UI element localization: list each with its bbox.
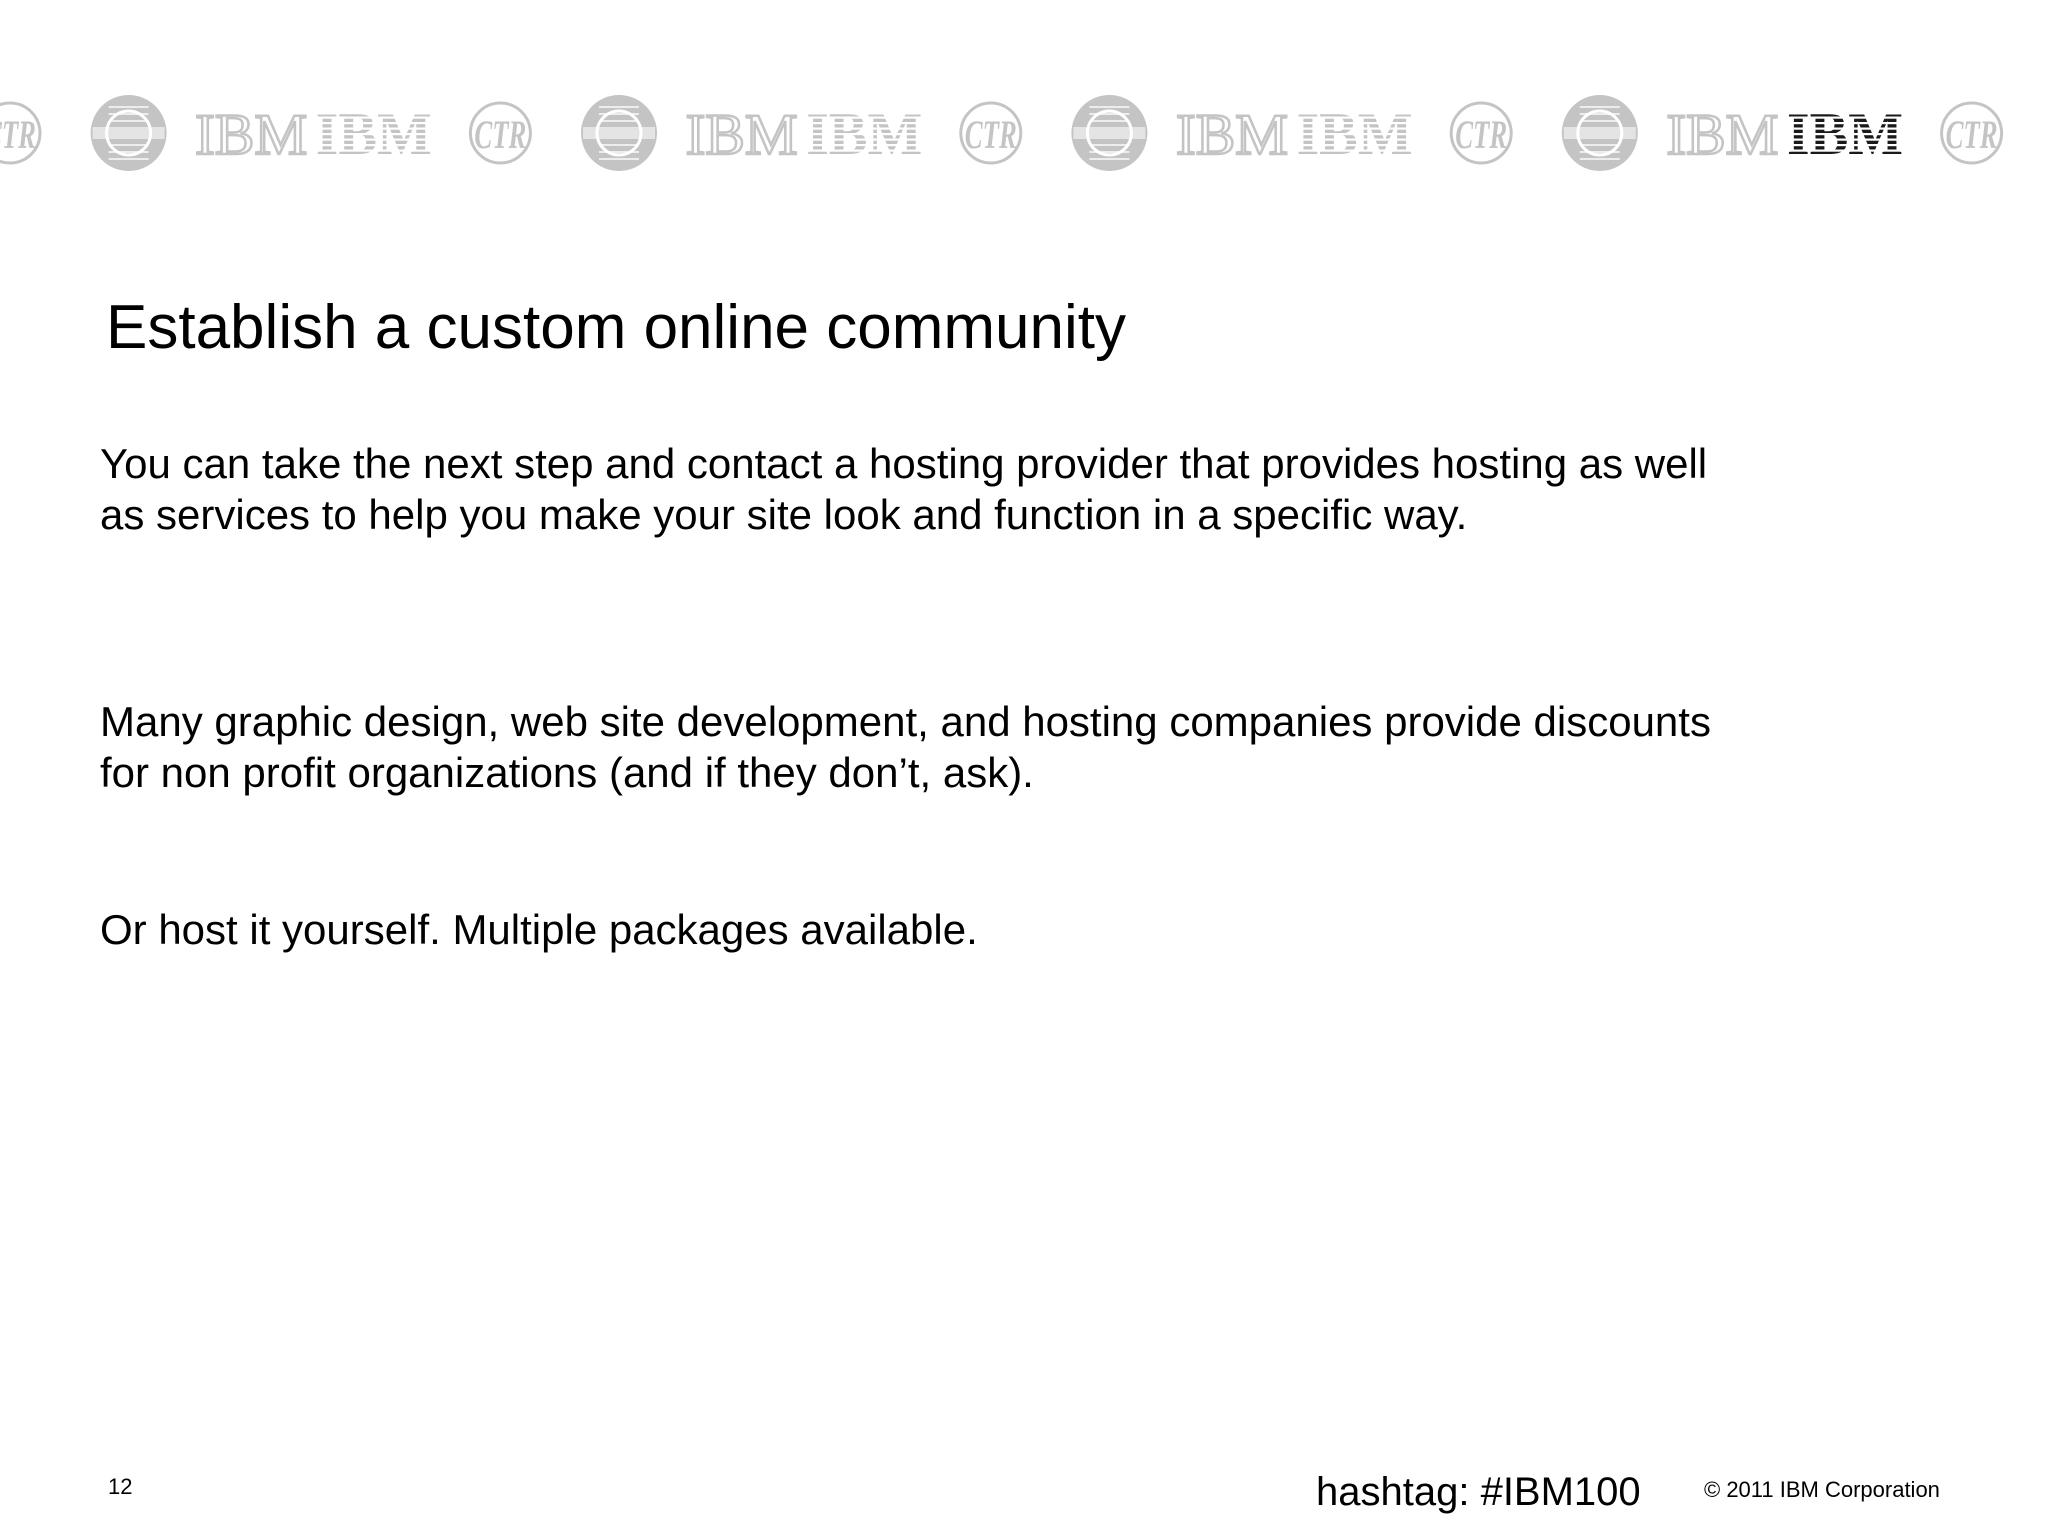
logo-seal — [90, 95, 167, 171]
slide-title: Establish a custom online community — [106, 293, 1127, 362]
logo-ctr: CTR — [1940, 101, 2004, 165]
body-paragraph-self-host: Or host it yourself. Multiple packages a… — [100, 906, 978, 953]
logo-seal — [1561, 95, 1638, 171]
svg-text:IBM: IBM — [686, 102, 798, 167]
logo-ibm-striped: IBM — [1292, 101, 1417, 167]
svg-text:CTR: CTR — [1455, 112, 1507, 157]
logo-ibm-striped: IBM — [1783, 101, 1907, 167]
svg-text:CTR: CTR — [965, 112, 1017, 157]
logo-ibm-striped: IBM — [802, 101, 927, 167]
logo-seal — [1071, 95, 1148, 171]
page-number: 12 — [108, 1474, 133, 1499]
logo-ibm-serif: IBM — [1665, 101, 1780, 169]
logo-ibm-striped: IBM — [311, 101, 436, 167]
logo-ctr: CTR — [468, 101, 532, 165]
logo-ctr: CTR — [959, 101, 1023, 165]
hashtag-label: hashtag: #IBM100 — [1316, 1470, 1641, 1514]
body-paragraph-hosting-provider: You can take the next step and contact a… — [100, 440, 1708, 538]
body-paragraph-nonprofit-discounts: Many graphic design, web site developmen… — [100, 698, 1711, 796]
logo-ctr: CTR — [0, 101, 42, 165]
copyright-notice: © 2011 IBM Corporation — [1704, 1477, 1940, 1502]
logo-ctr: CTR — [1449, 101, 1513, 165]
svg-text:IBM: IBM — [1666, 102, 1778, 167]
svg-text:IBM: IBM — [195, 102, 307, 167]
svg-text:IBM: IBM — [1176, 102, 1288, 167]
logo-ibm-serif: IBM — [684, 101, 799, 169]
logo-ibm-serif: IBM — [1175, 101, 1290, 169]
svg-text:CTR: CTR — [474, 112, 526, 157]
svg-text:CTR: CTR — [0, 112, 36, 157]
logo-seal — [581, 95, 657, 171]
logo-history-banner: CTRIBMIBMCTRIBMIBMCTRIBMIBMCTRIBMIBMCTR — [0, 95, 2004, 171]
logo-ibm-serif: IBM — [194, 101, 309, 169]
svg-text:CTR: CTR — [1946, 112, 1998, 157]
